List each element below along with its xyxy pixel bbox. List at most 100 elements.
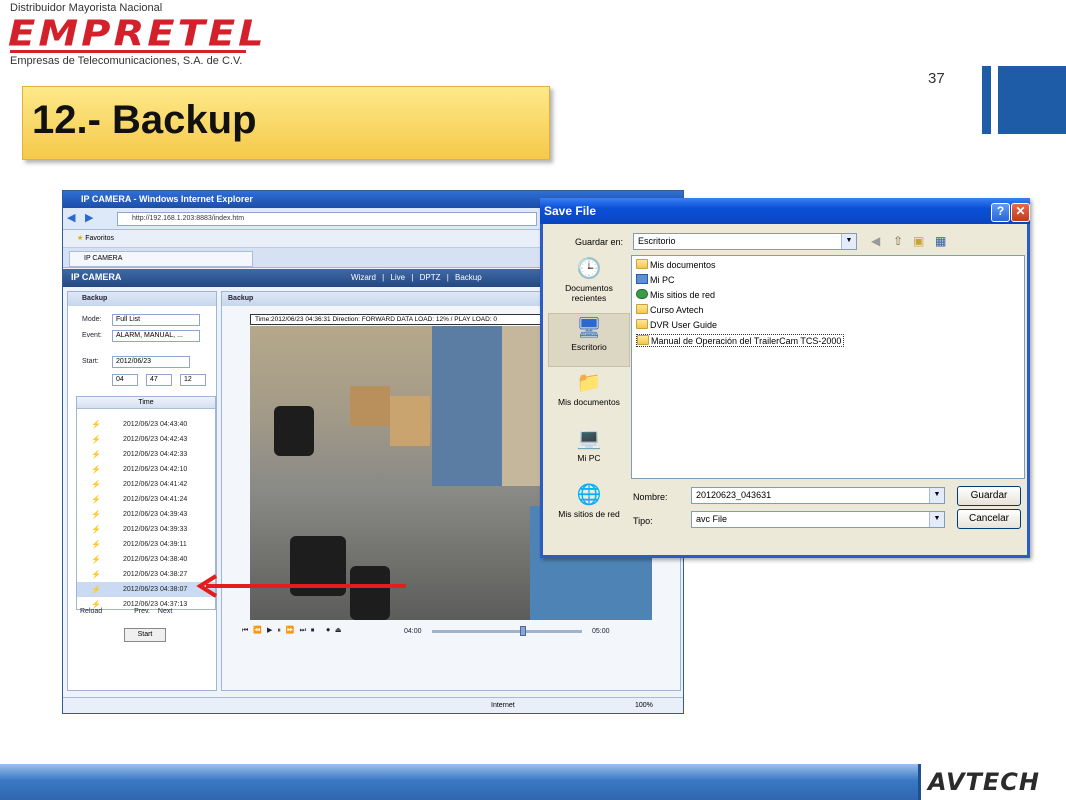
place-my-documents[interactable]: 📁 Mis documentos [548,369,630,423]
playback-controls[interactable]: ⏮⏪▶⏸⏩⏭⏹ ⏺⏏ [242,626,346,635]
list-item[interactable]: ⚡ 2012/06/23 04:42:43 [77,432,215,447]
event-icon: ⚡ [91,450,101,459]
app-brand: IP CAMERA [71,272,122,282]
footer-logo: AVTECH [928,768,1040,796]
file-item[interactable]: Mi PC [636,274,675,285]
network-icon [636,289,648,299]
chevron-down-icon[interactable]: ▼ [929,488,944,503]
timeline-end-label: 05:00 [592,628,610,635]
file-type-select[interactable]: avc File ▼ [691,511,945,528]
list-item[interactable]: ⚡ 2012/06/23 04:38:27 [77,567,215,582]
save-file-dialog: Save File ? ✕ Guardar en: Escritorio ▼ ◀… [540,198,1030,558]
page-title: 12.- Backup [32,98,257,142]
hour-select[interactable]: 04 [112,374,138,386]
place-my-computer[interactable]: 💻 Mi PC [548,425,630,479]
file-item-selected[interactable]: Manual de Operación del TrailerCam TCS-2… [636,334,845,347]
list-item[interactable]: ⚡ 2012/06/23 04:38:07 [77,582,215,597]
list-item-time: 2012/06/23 04:39:43 [123,511,188,518]
zoom-level[interactable]: 100% [635,702,653,709]
list-item[interactable]: ⚡ 2012/06/23 04:38:40 [77,552,215,567]
dialog-titlebar: Save File [540,198,1030,224]
minute-select[interactable]: 47 [146,374,172,386]
close-icon[interactable]: ✕ [1011,203,1030,222]
logo-underline [10,50,246,53]
list-item[interactable]: ⚡ 2012/06/23 04:41:24 [77,492,215,507]
event-icon: ⚡ [91,465,101,474]
place-network[interactable]: 🌐 Mis sitios de red [548,481,630,535]
forward-icon[interactable]: ▶ [85,211,93,224]
file-list: Mis documentos Mi PC Mis sitios de red C… [631,255,1025,479]
list-item[interactable]: ⚡ 2012/06/23 04:41:42 [77,477,215,492]
save-in-select[interactable]: Escritorio ▼ [633,233,857,250]
event-icon: ⚡ [91,420,101,429]
mode-select[interactable]: Full List [112,314,200,326]
list-pagination: Reload Prev. Next [80,608,172,615]
event-icon: ⚡ [91,480,101,489]
file-item[interactable]: Curso Avtech [636,304,703,315]
list-item[interactable]: ⚡ 2012/06/23 04:42:10 [77,462,215,477]
internet-zone-label: Internet [491,702,515,709]
save-button[interactable]: Guardar [957,486,1021,506]
save-in-value: Escritorio [638,236,676,246]
url-input[interactable]: http://192.168.1.203:8883/index.htm [117,212,537,226]
logo-subtitle: Empresas de Telecomunicaciones, S.A. de … [10,55,243,67]
list-item-time: 2012/06/23 04:37:13 [123,601,188,608]
list-item-time: 2012/06/23 04:39:11 [123,541,187,548]
event-icon: ⚡ [91,525,101,534]
event-icon: ⚡ [91,555,101,564]
prev-button[interactable]: Prev. [134,608,150,615]
list-item-time: 2012/06/23 04:42:10 [123,466,188,473]
file-item[interactable]: Mis sitios de red [636,289,715,300]
favorites-label[interactable]: Favoritos [85,235,114,242]
list-item-time: 2012/06/23 04:38:40 [123,556,188,563]
place-label: Mis documentos [558,397,620,407]
backup-side-panel: Backup Mode: Full List Event: ALARM, MAN… [67,291,217,691]
list-item-time: 2012/06/23 04:42:43 [123,436,188,443]
back-icon[interactable]: ◀ [67,211,75,224]
list-item[interactable]: ⚡ 2012/06/23 04:42:33 [77,447,215,462]
up-folder-icon[interactable]: ⇧ [893,234,903,248]
time-list-body: ⚡ 2012/06/23 04:43:40 ⚡ 2012/06/23 04:42:43… [77,417,215,612]
event-icon: ⚡ [91,495,101,504]
place-label: Escritorio [571,342,607,352]
start-button[interactable]: Start [124,628,166,642]
browser-status-bar: Internet 100% [63,697,683,713]
timeline-slider[interactable] [432,630,582,633]
list-item[interactable]: ⚡ 2012/06/23 04:39:43 [77,507,215,522]
second-select[interactable]: 12 [180,374,206,386]
place-desktop[interactable]: 🖥 Escritorio [548,313,630,367]
place-label: Mi PC [577,453,601,463]
file-item[interactable]: DVR User Guide [636,319,717,330]
file-item[interactable]: Mis documentos [636,259,716,270]
dialog-title: Save File [544,204,597,218]
start-date-input[interactable]: 2012/06/23 [112,356,190,368]
my-documents-icon: 📁 [576,372,602,394]
reload-button[interactable]: Reload [80,608,102,615]
list-item[interactable]: ⚡ 2012/06/23 04:39:33 [77,522,215,537]
desktop-icon: 🖥 [576,317,602,339]
back-nav-icon[interactable]: ◀ [871,234,880,248]
list-item[interactable]: ⚡ 2012/06/23 04:43:40 [77,417,215,432]
new-folder-icon[interactable]: ▣ [913,234,924,248]
view-menu-icon[interactable]: ▦ [935,234,946,248]
place-label: Mis sitios de red [558,509,620,519]
help-icon[interactable]: ? [991,203,1010,222]
chevron-down-icon[interactable]: ▼ [841,234,856,249]
event-select[interactable]: ALARM, MANUAL, ... [112,330,200,342]
list-item-time: 2012/06/23 04:41:42 [123,481,188,488]
next-button[interactable]: Next [158,608,172,615]
cancel-button[interactable]: Cancelar [957,509,1021,529]
page-number: 37 [928,70,945,87]
network-places-icon: 🌐 [576,484,602,506]
chevron-down-icon[interactable]: ▼ [929,512,944,527]
favorites-star-icon[interactable]: ★ [77,235,83,242]
list-item-time: 2012/06/23 04:38:07 [123,586,188,593]
list-item[interactable]: ⚡ 2012/06/23 04:39:11 [77,537,215,552]
place-recent[interactable]: 🕒 Documentos recientes [548,255,630,309]
tab-ip-camera[interactable]: IP CAMERA [69,251,253,267]
nav-links[interactable]: Wizard | Live | DPTZ | Backup [351,273,482,282]
event-icon: ⚡ [91,510,101,519]
logo-tagline: Distribuidor Mayorista Nacional [10,2,163,14]
file-name-input[interactable]: 20120623_043631 ▼ [691,487,945,504]
timeline-slider-knob[interactable] [520,626,526,636]
